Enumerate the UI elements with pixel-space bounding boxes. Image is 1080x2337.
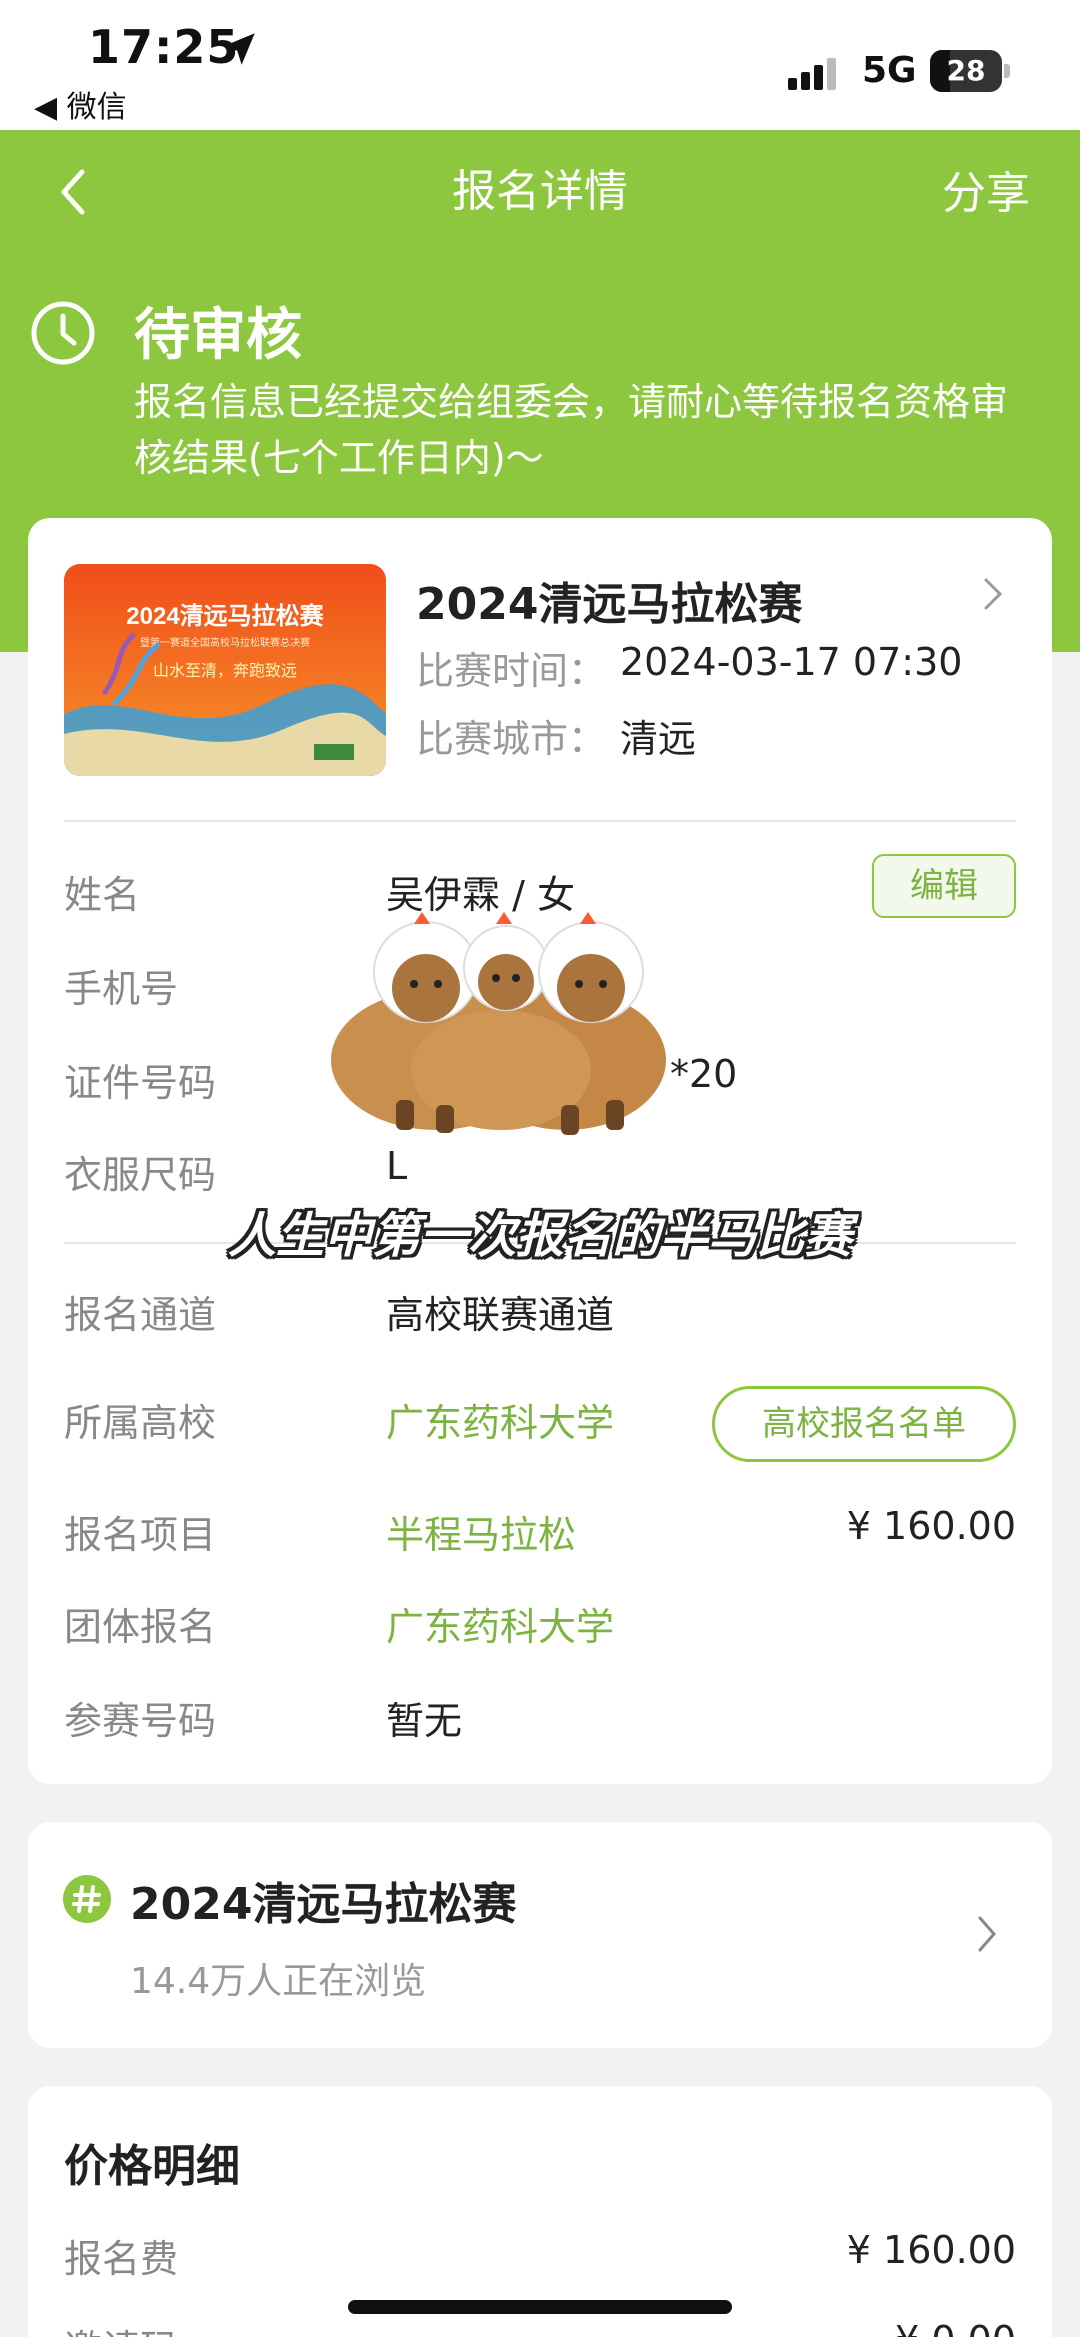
banner-subtitle: 暨第一赛道全国高校马拉松联赛总决赛 — [140, 636, 310, 649]
home-indicator[interactable] — [348, 2300, 732, 2314]
school-value[interactable]: 广东药科大学 — [386, 1392, 614, 1447]
review-status-heading: 待审核 — [134, 303, 302, 368]
registration-card: 2024清远马拉松赛 暨第一赛道全国高校马拉松联赛总决赛 山水至清，奔跑致远 2… — [28, 518, 1052, 1784]
topic-viewers: 14.4万人正在浏览 — [130, 1961, 427, 2002]
item-value: 半程马拉松 — [386, 1513, 577, 1557]
phone-label: 手机号 — [64, 967, 179, 1011]
network-type: 5G — [862, 50, 917, 91]
topic-title: 2024清远马拉松赛 — [130, 1879, 517, 1930]
group-label: 团体报名 — [64, 1605, 217, 1649]
invite-code-value: ¥ 0.00 — [895, 2318, 1016, 2337]
event-banner-image[interactable]: 2024清远马拉松赛 暨第一赛道全国高校马拉松联赛总决赛 山水至清，奔跑致远 — [64, 564, 386, 776]
status-bar: 17:25 ◀ 微信 5G 28 — [0, 0, 1080, 130]
divider — [64, 820, 1016, 822]
event-name[interactable]: 2024清远马拉松赛 — [416, 568, 802, 632]
price-detail-title: 价格明细 — [64, 2141, 240, 2192]
school-registration-list-button[interactable]: 高校报名名单 — [712, 1386, 1016, 1462]
bib-number-value: 暂无 — [386, 1699, 463, 1743]
registration-fee-label: 报名费 — [64, 2237, 179, 2281]
item-label: 报名项目 — [64, 1513, 217, 1557]
cellular-signal-icon — [788, 58, 836, 90]
capybara-sticker-image — [331, 912, 666, 1135]
share-button[interactable]: 分享 — [942, 164, 1030, 224]
clothing-size-label: 衣服尺码 — [64, 1153, 217, 1197]
event-time-label: 比赛时间： — [416, 649, 607, 693]
banner-slogan: 山水至清，奔跑致远 — [153, 662, 297, 680]
event-city-label: 比赛城市： — [416, 717, 607, 761]
group-value: 广东药科大学 — [386, 1605, 615, 1649]
battery-icon: 28 — [930, 50, 1010, 92]
battery-level: 28 — [946, 54, 986, 87]
clock-icon — [31, 301, 95, 365]
id-number-label: 证件号码 — [64, 1061, 217, 1105]
invite-code-label: 邀请码 — [64, 2318, 178, 2337]
name-label: 姓名 — [64, 873, 141, 917]
review-status-description: 报名信息已经提交给组委会，请耐心等待报名资格审核结果(七个工作日内)～ — [134, 380, 1009, 480]
location-arrow-icon — [223, 33, 255, 65]
page-title: 报名详情 — [452, 166, 628, 217]
status-time: 17:25 — [88, 20, 240, 74]
back-to-wechat-link[interactable]: ◀ 微信 — [34, 82, 127, 126]
channel-value: 高校联赛通道 — [386, 1293, 615, 1337]
id-number-value: *20 — [670, 1052, 738, 1096]
event-time-value: 2024-03-17 07:30 — [620, 640, 963, 684]
edit-button[interactable]: 编辑 — [872, 854, 1016, 918]
school-label: 所属高校 — [64, 1401, 217, 1445]
registration-fee-value: ¥ 160.00 — [846, 2228, 1016, 2272]
chevron-right-icon[interactable] — [982, 574, 1006, 614]
item-price: ¥ 160.00 — [846, 1504, 1016, 1548]
hashtag-icon — [63, 1875, 111, 1923]
channel-label: 报名通道 — [64, 1293, 217, 1337]
bib-number-label: 参赛号码 — [64, 1699, 217, 1743]
topic-card[interactable]: 2024清远马拉松赛 14.4万人正在浏览 — [28, 1822, 1052, 2048]
event-city-value: 清远 — [620, 717, 697, 761]
chevron-right-icon[interactable] — [976, 1912, 1000, 1956]
clothing-size-value: L — [386, 1144, 408, 1188]
overlay-caption: 人生中第一次报名的半马比赛 — [227, 1208, 852, 1264]
banner-title: 2024清远马拉松赛 — [126, 602, 324, 630]
